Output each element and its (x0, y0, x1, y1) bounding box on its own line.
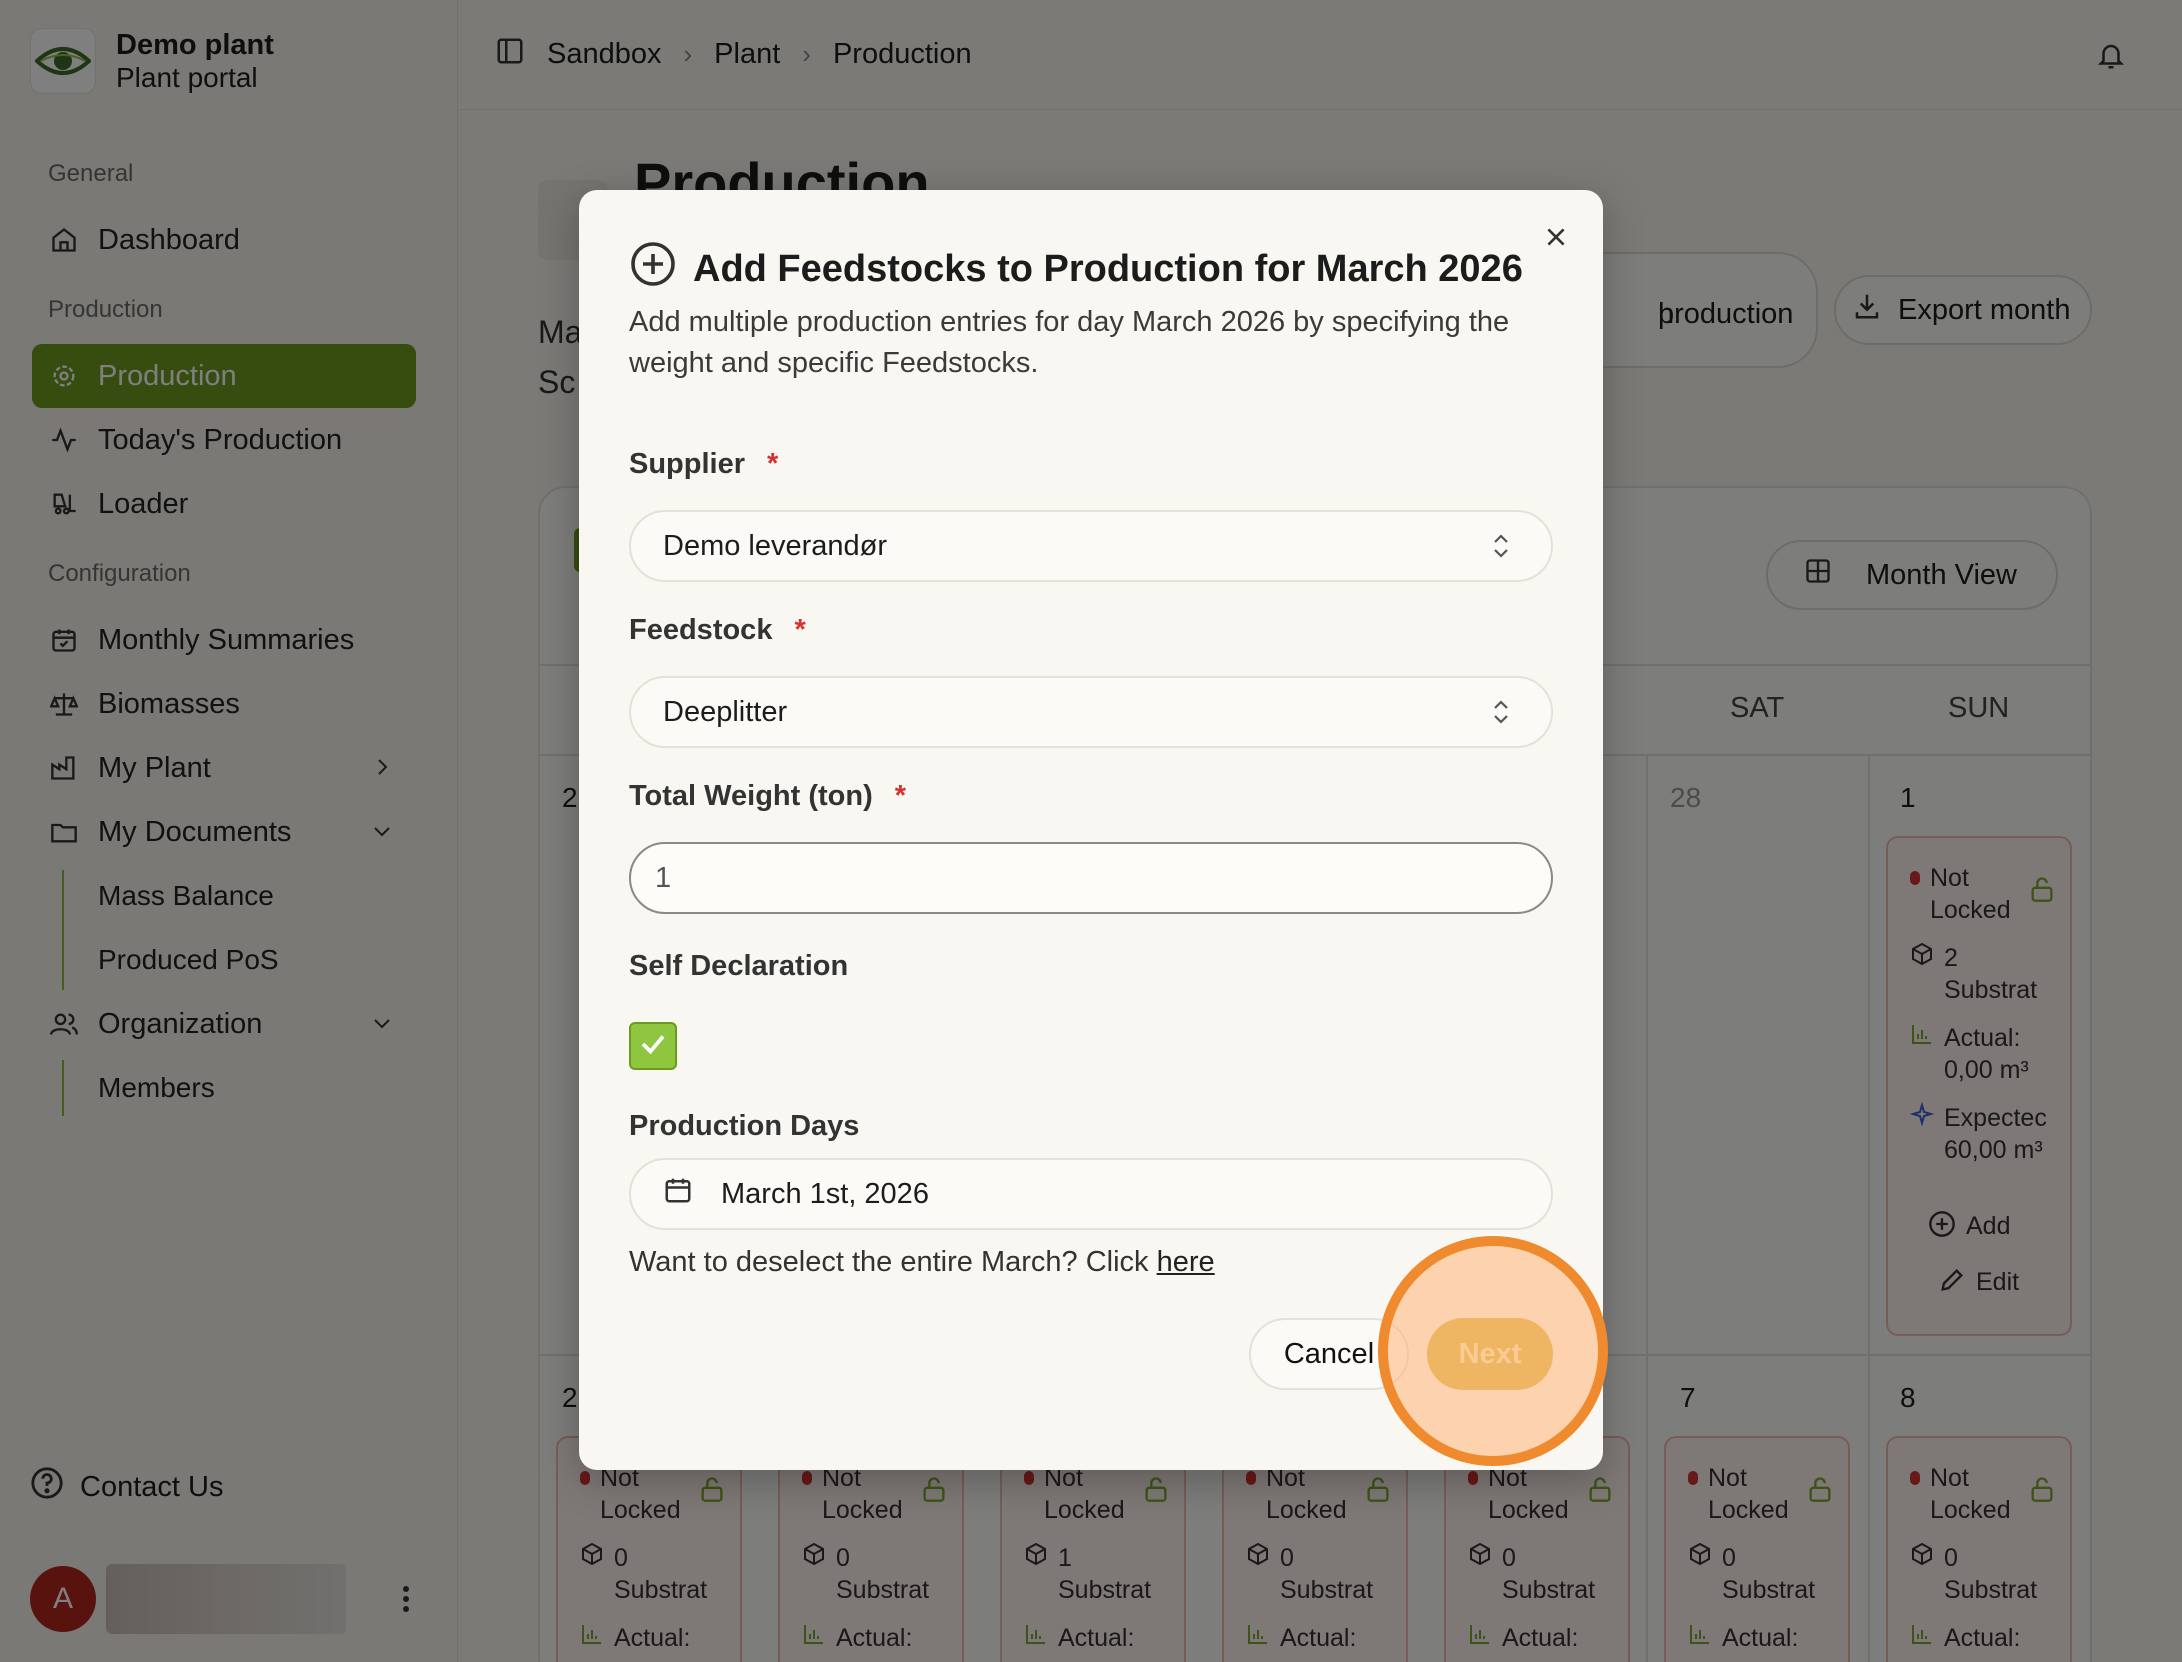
production-days-label: Production Days (629, 1110, 860, 1142)
production-days-picker[interactable]: March 1st, 2026 (629, 1158, 1553, 1230)
total-weight-label: Total Weight (ton) * (629, 780, 907, 812)
total-weight-input[interactable] (629, 842, 1553, 914)
supplier-value: Demo leverandør (663, 529, 888, 562)
required-mark: * (767, 448, 779, 480)
close-icon[interactable] (1543, 224, 1569, 255)
dialog-title-text: Add Feedstocks to Production for March 2… (693, 247, 1523, 290)
dialog-title: Add Feedstocks to Production for March 2… (629, 240, 1523, 298)
required-mark: * (894, 780, 907, 812)
chevron-updown-icon (1489, 696, 1513, 736)
feedstock-select[interactable]: Deeplitter (629, 676, 1553, 748)
cancel-button[interactable]: Cancel (1249, 1318, 1409, 1390)
feedstock-label: Feedstock * (629, 614, 806, 646)
dialog-description: Add multiple production entries for day … (629, 306, 1510, 379)
required-mark: * (794, 614, 806, 646)
calendar-icon (663, 1175, 693, 1213)
deselect-text: Want to deselect the entire March? Click (629, 1246, 1149, 1278)
chevron-updown-icon (1489, 530, 1513, 570)
deselect-hint: Want to deselect the entire March? Click… (629, 1246, 1215, 1279)
supplier-select[interactable]: Demo leverandør (629, 510, 1553, 582)
self-declaration-label: Self Declaration (629, 950, 849, 982)
plus-circle-icon (629, 240, 677, 298)
add-feedstocks-dialog: Add Feedstocks to Production for March 2… (579, 190, 1603, 1470)
supplier-label: Supplier * (629, 448, 779, 480)
feedstock-value: Deeplitter (663, 695, 788, 728)
production-days-value: March 1st, 2026 (721, 1177, 929, 1210)
check-icon (638, 1029, 668, 1064)
deselect-month-link[interactable]: here (1157, 1246, 1215, 1278)
next-button[interactable]: Next (1427, 1318, 1553, 1390)
self-declaration-checkbox[interactable] (629, 1022, 677, 1070)
